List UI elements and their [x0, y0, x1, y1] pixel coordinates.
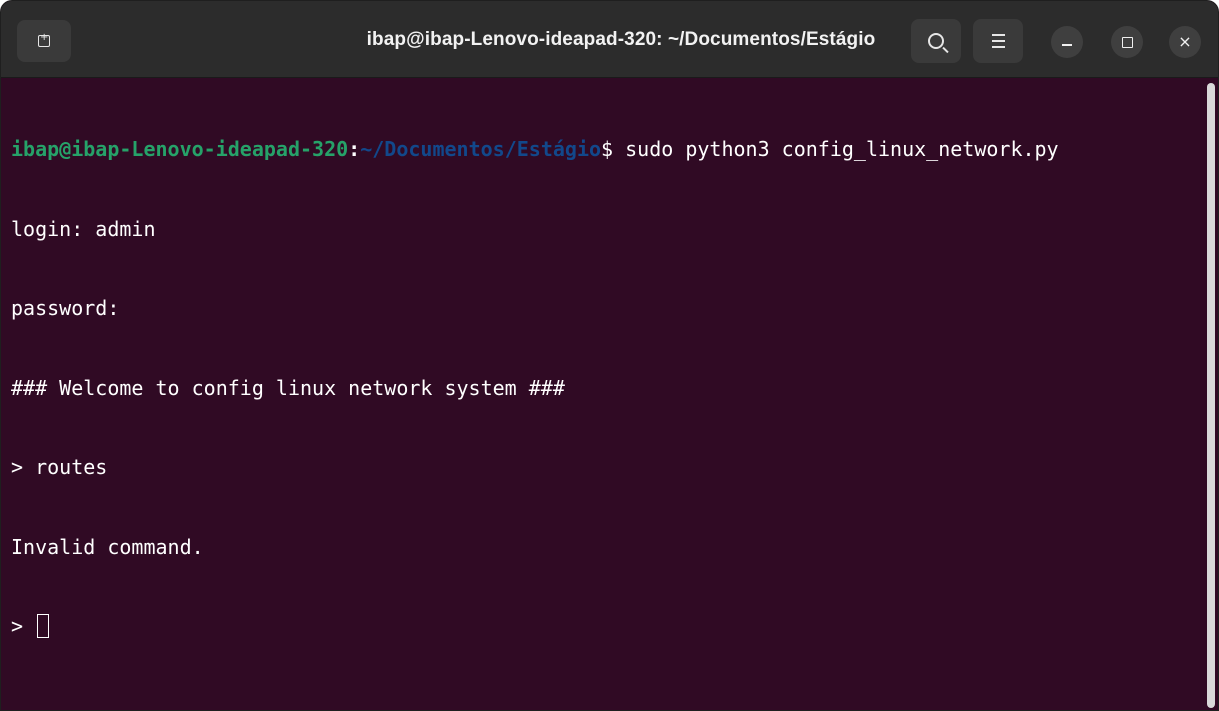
search-button[interactable] [911, 19, 961, 63]
command-text: sudo python3 config_linux_network.py [625, 137, 1059, 161]
new-tab-icon [38, 32, 50, 47]
terminal-output[interactable]: ibap@ibap-Lenovo-ideapad-320:~/Documento… [1, 78, 1206, 710]
prompt-user: ibap@ibap-Lenovo-ideapad-320 [11, 137, 349, 161]
prompt-colon: : [348, 137, 361, 161]
new-tab-button[interactable] [17, 20, 71, 62]
terminal-window: ibap@ibap-Lenovo-ideapad-320: ~/Document… [0, 0, 1219, 711]
prompt-symbol: $ [601, 137, 626, 161]
prompt-path: ~/Documentos/Estágio [360, 137, 602, 161]
input-line[interactable]: > [11, 613, 1206, 640]
close-icon: × [1178, 32, 1192, 51]
hamburger-menu-icon [991, 34, 1005, 48]
output-line: > routes [11, 455, 108, 479]
current-prompt: > [11, 614, 36, 638]
scrollbar[interactable] [1207, 83, 1215, 708]
output-line: password: [11, 296, 120, 320]
output-line: Invalid command. [11, 534, 204, 559]
title-bar[interactable]: ibap@ibap-Lenovo-ideapad-320: ~/Document… [1, 1, 1218, 78]
menu-button[interactable] [973, 19, 1023, 63]
window-title: ibap@ibap-Lenovo-ideapad-320: ~/Document… [366, 29, 876, 50]
maximize-icon [1121, 36, 1133, 48]
search-icon [928, 33, 944, 49]
minimize-button[interactable] [1051, 26, 1083, 58]
text-cursor [37, 614, 50, 638]
maximize-button[interactable] [1111, 26, 1143, 58]
output-line: ### Welcome to config linux network syst… [11, 375, 565, 400]
output-line: login: admin [11, 216, 156, 241]
minimize-icon [1062, 44, 1072, 46]
command-line: ibap@ibap-Lenovo-ideapad-320:~/Documento… [11, 136, 1206, 163]
close-button[interactable]: × [1169, 26, 1201, 58]
